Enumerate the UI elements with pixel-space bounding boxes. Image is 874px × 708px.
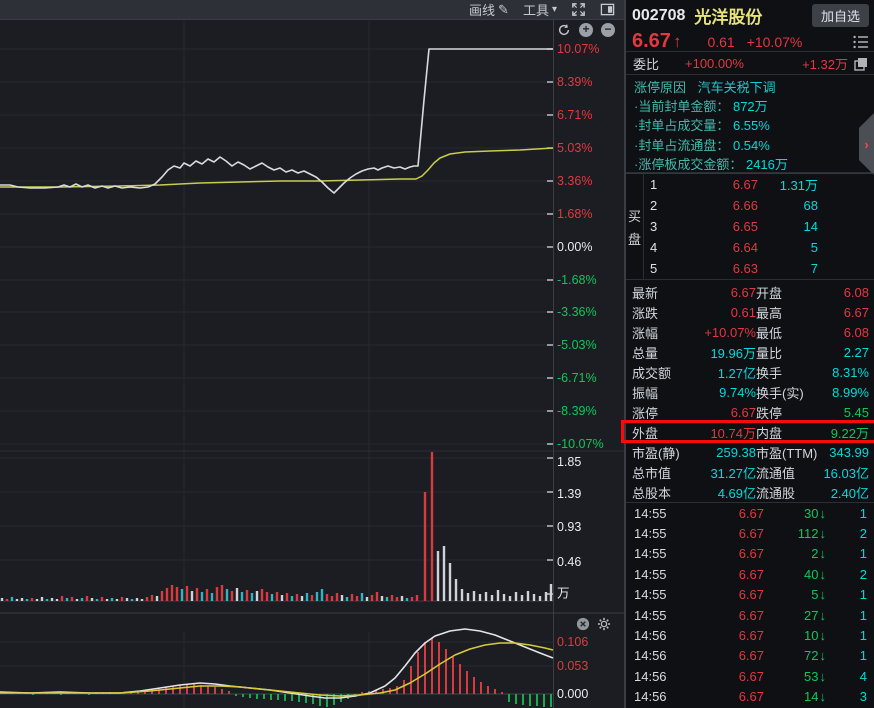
stat-row: 涨幅+10.07%最低6.08 — [626, 322, 874, 342]
axis-label: 0.93 — [557, 520, 581, 534]
weibi-value: +100.00% — [685, 56, 793, 71]
tick-row[interactable]: 14:566.6753↓4 — [626, 666, 874, 686]
time-and-sales: 14:556.6730↓1 14:556.67112↓2 14:556.672↓… — [626, 503, 874, 708]
chart-area: 画线 ✎ 工具 ▾ + − — [0, 0, 625, 708]
zoom-out-button[interactable]: − — [601, 23, 615, 37]
stat-row-waipan-neipan: 外盘10.74万内盘9.22万 — [626, 423, 874, 443]
limit-item: ·当前封单金额： 872万 — [634, 97, 874, 116]
stat-row: 涨停6.67跌停5.45 — [626, 403, 874, 423]
indicator-controls — [576, 617, 611, 631]
list-menu-icon[interactable] — [853, 35, 869, 49]
stats-table: 最新6.67开盘6.08 涨跌0.61最高6.67 涨幅+10.07%最低6.0… — [626, 281, 874, 503]
tick-row[interactable]: 14:566.6772↓1 — [626, 646, 874, 666]
buy-order-row[interactable]: 46.645 — [644, 237, 874, 258]
axis-label: -10.07% — [557, 437, 604, 451]
axis-label: -1.68% — [557, 273, 597, 287]
gear-icon[interactable] — [597, 617, 611, 631]
axis-label: 10.07% — [557, 42, 599, 56]
buy-orders: 买 盘 16.671.31万 26.6668 36.6514 46.645 56… — [626, 173, 874, 280]
copy-icon[interactable] — [854, 57, 868, 71]
axis-label: 1.39 — [557, 487, 581, 501]
limit-item: ·封单占成交量： 6.55% — [634, 116, 874, 135]
axis-label: 5.03% — [557, 141, 592, 155]
limit-reason-label: 涨停原因 — [634, 80, 686, 95]
tick-row[interactable]: 14:566.6710↓1 — [626, 625, 874, 645]
stat-row: 涨跌0.61最高6.67 — [626, 302, 874, 322]
close-indicator-icon[interactable] — [576, 617, 590, 631]
chevron-right-icon: › — [864, 137, 868, 152]
tick-row[interactable]: 14:556.6730↓1 — [626, 503, 874, 523]
price-up-arrow-icon: ↑ — [673, 32, 682, 52]
last-price: 6.67 — [632, 30, 671, 53]
tick-row[interactable]: 14:556.672↓1 — [626, 544, 874, 564]
axis-label: 6.71% — [557, 108, 592, 122]
price-change: 0.61 — [707, 34, 734, 50]
axis-label: 0.000 — [557, 687, 588, 701]
stat-row: 总股本4.69亿流通股2.40亿 — [626, 483, 874, 503]
limit-item: ·涨停板成交金额： 2416万 — [634, 155, 874, 174]
axis-label: 8.39% — [557, 75, 592, 89]
buy-order-row[interactable]: 56.637 — [644, 258, 874, 279]
buy-order-row[interactable]: 26.6668 — [644, 195, 874, 216]
tick-row[interactable]: 14:556.675↓1 — [626, 585, 874, 605]
tick-row[interactable]: 14:556.6727↓1 — [626, 605, 874, 625]
stat-row: 成交额1.27亿换手8.31% — [626, 362, 874, 382]
stock-code: 002708 — [632, 7, 685, 25]
stat-row: 最新6.67开盘6.08 — [626, 282, 874, 302]
tick-row[interactable]: 14:566.6714↓3 — [626, 687, 874, 707]
limit-reason-link[interactable]: 汽车关税下调 — [698, 80, 776, 95]
buy-order-row[interactable]: 16.671.31万 — [644, 174, 874, 195]
refresh-icon[interactable] — [557, 23, 571, 37]
axis-label: 0.053 — [557, 659, 588, 673]
axis-label: -6.71% — [557, 371, 597, 385]
axis-label: 0.106 — [557, 635, 588, 649]
quote-panel: 002708 光洋股份 加自选 6.67 ↑ 0.61 +10.07% — [625, 0, 874, 708]
tick-row[interactable]: 14:556.67112↓2 — [626, 523, 874, 543]
weibi-row: 委比 +100.00% +1.32万 — [626, 53, 874, 75]
axis-label: 0.46 — [557, 555, 581, 569]
zoom-in-button[interactable]: + — [579, 23, 593, 37]
stat-row: 振幅9.74%换手(实)8.99% — [626, 382, 874, 402]
stat-row: 总量19.96万量比2.27 — [626, 342, 874, 362]
axis-label: 0.00% — [557, 240, 592, 254]
quote-header: 002708 光洋股份 加自选 6.67 ↑ 0.61 +10.07% — [626, 0, 874, 52]
weibi-label: 委比 — [633, 54, 685, 73]
chart-zoom-controls: + − — [557, 23, 615, 37]
limit-up-info: 涨停原因 汽车关税下调 ·当前封单金额： 872万 ·封单占成交量： 6.55%… — [626, 76, 874, 173]
limit-item: ·封单占流通盘： 0.54% — [634, 136, 874, 155]
buy-side-label: 买 盘 — [626, 174, 644, 279]
axis-label: 万 — [557, 583, 570, 602]
axis-label: -8.39% — [557, 404, 597, 418]
buy-order-row[interactable]: 36.6514 — [644, 216, 874, 237]
weibi-diff: +1.32万 — [802, 54, 848, 73]
axis-label: 1.85 — [557, 455, 581, 469]
intraday-chart[interactable] — [0, 0, 625, 708]
stock-trading-app: 画线 ✎ 工具 ▾ + − — [0, 0, 874, 708]
stat-row: 总市值31.27亿流通值16.03亿 — [626, 463, 874, 483]
axis-label: -3.36% — [557, 305, 597, 319]
axis-label: 1.68% — [557, 207, 592, 221]
stock-name: 光洋股份 — [694, 3, 762, 28]
add-watchlist-button[interactable]: 加自选 — [812, 4, 869, 27]
tick-row[interactable]: 14:556.6740↓2 — [626, 564, 874, 584]
price-change-percent: +10.07% — [747, 34, 803, 50]
stat-row: 市盈(静)259.38市盈(TTM)343.99 — [626, 443, 874, 463]
axis-label: 3.36% — [557, 174, 592, 188]
axis-label: -5.03% — [557, 338, 597, 352]
